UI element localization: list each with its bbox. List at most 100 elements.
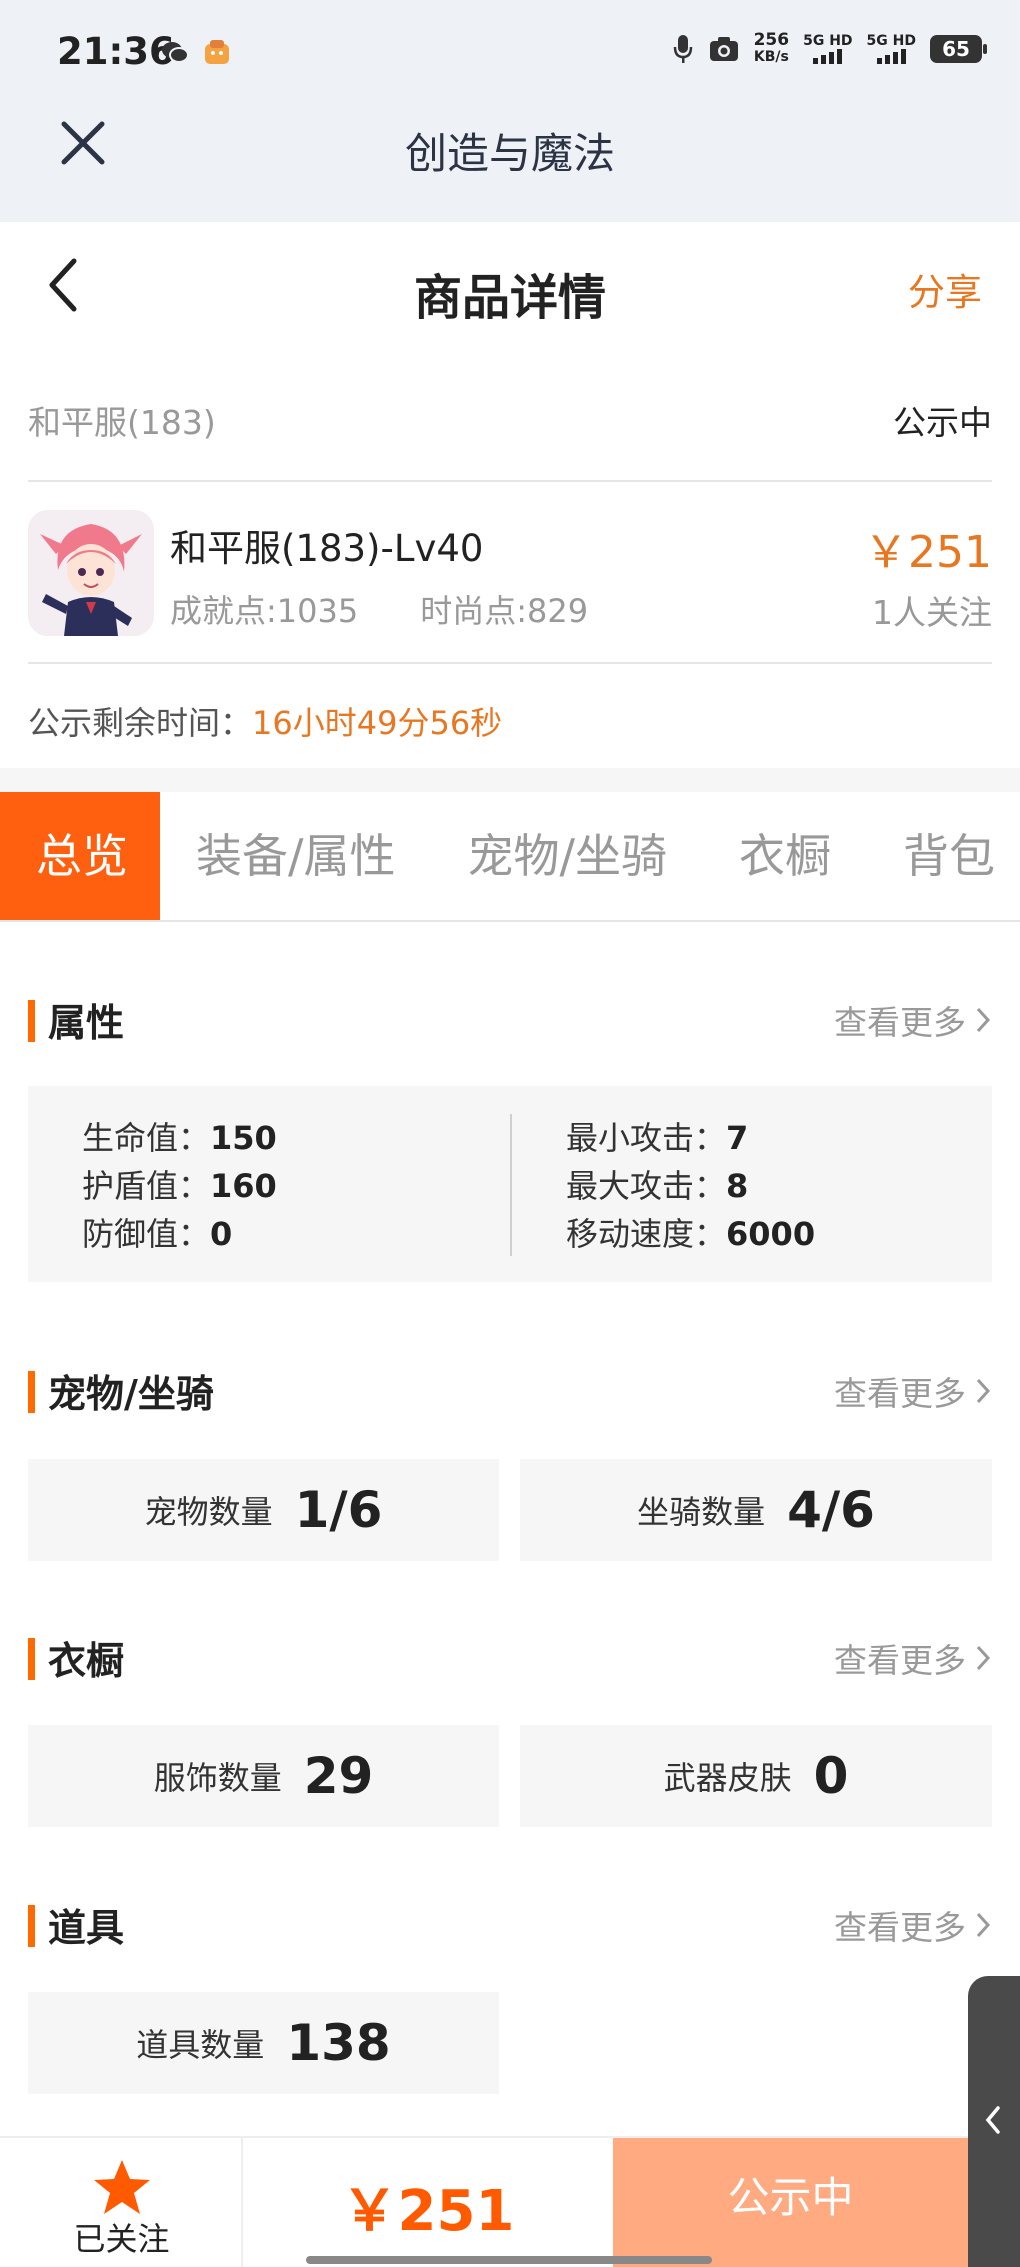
follower-count: 1人关注 bbox=[872, 593, 992, 632]
signal-bars-icon bbox=[867, 48, 916, 64]
attr-label: 最小攻击： bbox=[566, 1119, 727, 1157]
more-label: 查看更多 bbox=[834, 1003, 966, 1042]
status-indicators: 256 KB/s 5G HD 5G HD 65 bbox=[672, 30, 987, 66]
attr-value: 0 bbox=[210, 1215, 233, 1253]
fashion-points: 时尚点:829 bbox=[420, 592, 589, 630]
section-title: 属性 bbox=[48, 1001, 125, 1045]
more-label: 查看更多 bbox=[834, 1641, 966, 1680]
section-marker bbox=[28, 1638, 35, 1680]
items-more-link[interactable]: 查看更多 bbox=[834, 1901, 992, 1949]
attributes-left: 生命值：150 护盾值：160 防御值：0 bbox=[82, 1114, 277, 1258]
chevron-right-icon bbox=[976, 1645, 991, 1671]
outfit-count-card: 服饰数量 29 bbox=[28, 1725, 499, 1827]
sim1-label: 5G HD bbox=[803, 33, 853, 49]
attr-move-speed: 移动速度：6000 bbox=[566, 1210, 815, 1258]
attr-label: 防御值： bbox=[82, 1215, 211, 1253]
server-row: 和平服(183) 公示中 bbox=[28, 392, 992, 482]
chevron-right-icon bbox=[976, 1912, 991, 1938]
stat-value: 0 bbox=[813, 1747, 849, 1805]
sim2-signal: 5G HD bbox=[867, 34, 916, 64]
item-price: ￥251 bbox=[864, 527, 992, 578]
stat-label: 武器皮肤 bbox=[663, 1759, 792, 1797]
section-title: 道具 bbox=[48, 1906, 125, 1950]
tab-overview[interactable]: 总览 bbox=[0, 792, 160, 920]
attr-label: 最大攻击： bbox=[566, 1167, 727, 1205]
bottom-price: ￥251 bbox=[341, 2179, 515, 2244]
notification-icons bbox=[160, 38, 232, 66]
sim2-label: 5G HD bbox=[866, 33, 916, 49]
network-speed-value: 256 bbox=[753, 30, 790, 50]
wardrobe-section-header: 衣橱 查看更多 bbox=[28, 1628, 992, 1688]
network-speed-unit: KB/s bbox=[753, 49, 789, 65]
item-points: 成就点:1035 时尚点:829 bbox=[170, 586, 588, 632]
section-marker bbox=[28, 1905, 35, 1947]
attr-max-attack: 最大攻击：8 bbox=[566, 1162, 815, 1210]
achievement-points: 成就点:1035 bbox=[170, 592, 359, 630]
mini-program-title: 创造与魔法 bbox=[404, 129, 615, 178]
attributes-right: 最小攻击：7 最大攻击：8 移动速度：6000 bbox=[566, 1114, 815, 1258]
tab-wardrobe[interactable]: 衣橱 bbox=[703, 792, 867, 920]
item-name: 和平服(183)-Lv40 bbox=[170, 527, 484, 570]
tab-pets-mounts[interactable]: 宠物/坐骑 bbox=[432, 792, 704, 920]
attr-value: 7 bbox=[726, 1119, 749, 1157]
pet-count-card: 宠物数量 1/6 bbox=[28, 1459, 499, 1561]
tab-bar: 总览 装备/属性 宠物/坐骑 衣橱 背包 bbox=[0, 792, 1020, 922]
attr-label: 移动速度： bbox=[566, 1215, 727, 1253]
stat-label: 宠物数量 bbox=[144, 1493, 273, 1531]
side-drawer-handle[interactable] bbox=[968, 1976, 1020, 2267]
tab-equipment[interactable]: 装备/属性 bbox=[160, 792, 432, 920]
stat-label: 坐骑数量 bbox=[637, 1493, 766, 1531]
chevron-right-icon bbox=[976, 1378, 991, 1404]
stat-value: 29 bbox=[303, 1747, 374, 1805]
attr-value: 150 bbox=[210, 1119, 277, 1157]
mount-count-card: 坐骑数量 4/6 bbox=[520, 1459, 992, 1561]
remaining-time: 公示剩余时间：16小时49分56秒 bbox=[28, 698, 502, 744]
section-title: 宠物/坐骑 bbox=[48, 1372, 214, 1416]
attr-label: 生命值： bbox=[82, 1119, 211, 1157]
wechat-icon bbox=[162, 42, 189, 63]
stat-label: 道具数量 bbox=[136, 2026, 265, 2064]
section-marker bbox=[28, 1000, 35, 1042]
follow-label: 已关注 bbox=[73, 2220, 170, 2258]
wardrobe-more-link[interactable]: 查看更多 bbox=[834, 1634, 992, 1682]
tab-backpack[interactable]: 背包 bbox=[867, 792, 1020, 920]
weapon-skin-card: 武器皮肤 0 bbox=[520, 1725, 992, 1827]
follow-button[interactable]: 已关注 bbox=[0, 2138, 243, 2267]
status-button[interactable]: 公示中 bbox=[613, 2138, 968, 2267]
item-count-card: 道具数量 138 bbox=[28, 1992, 499, 2094]
attr-hp: 生命值：150 bbox=[82, 1114, 277, 1162]
more-label: 查看更多 bbox=[834, 1374, 966, 1413]
chevron-right-icon bbox=[976, 1007, 991, 1033]
share-button[interactable]: 分享 bbox=[908, 262, 982, 316]
stat-value: 4/6 bbox=[787, 1481, 875, 1539]
stat-value: 1/6 bbox=[294, 1481, 383, 1539]
attr-label: 护盾值： bbox=[82, 1167, 211, 1205]
remaining-time-value: 16小时49分56秒 bbox=[252, 704, 503, 742]
stat-label: 服饰数量 bbox=[153, 1759, 282, 1797]
item-summary[interactable]: 和平服(183)-Lv40 成就点:1035 时尚点:829 ￥251 1人关注 bbox=[28, 482, 992, 664]
bottom-action-bar: 已关注 ￥251 公示中 bbox=[0, 2136, 1020, 2267]
attr-shield: 护盾值：160 bbox=[82, 1162, 277, 1210]
attr-defense: 防御值：0 bbox=[82, 1210, 277, 1258]
camera-icon bbox=[709, 37, 738, 61]
pets-section-header: 宠物/坐骑 查看更多 bbox=[28, 1361, 992, 1421]
battery-icon: 65 bbox=[930, 35, 987, 63]
chevron-left-icon bbox=[985, 2106, 1000, 2134]
more-label: 查看更多 bbox=[834, 1908, 966, 1947]
page-title: 商品详情 bbox=[413, 270, 606, 326]
sim1-signal: 5G HD bbox=[803, 33, 853, 64]
attr-min-attack: 最小攻击：7 bbox=[566, 1114, 815, 1162]
pets-more-link[interactable]: 查看更多 bbox=[834, 1367, 992, 1415]
attributes-more-link[interactable]: 查看更多 bbox=[834, 996, 992, 1044]
items-section-header: 道具 查看更多 bbox=[28, 1895, 992, 1955]
star-icon bbox=[94, 2160, 150, 2214]
divider bbox=[0, 768, 1020, 792]
attr-value: 6000 bbox=[726, 1215, 816, 1253]
signal-bars-icon bbox=[803, 48, 852, 64]
attr-value: 8 bbox=[726, 1167, 749, 1205]
app-notification-icon bbox=[205, 40, 229, 64]
server-status: 公示中 bbox=[893, 403, 992, 442]
section-marker bbox=[28, 1371, 35, 1413]
attr-value: 160 bbox=[210, 1167, 277, 1205]
home-indicator[interactable] bbox=[306, 2256, 712, 2264]
